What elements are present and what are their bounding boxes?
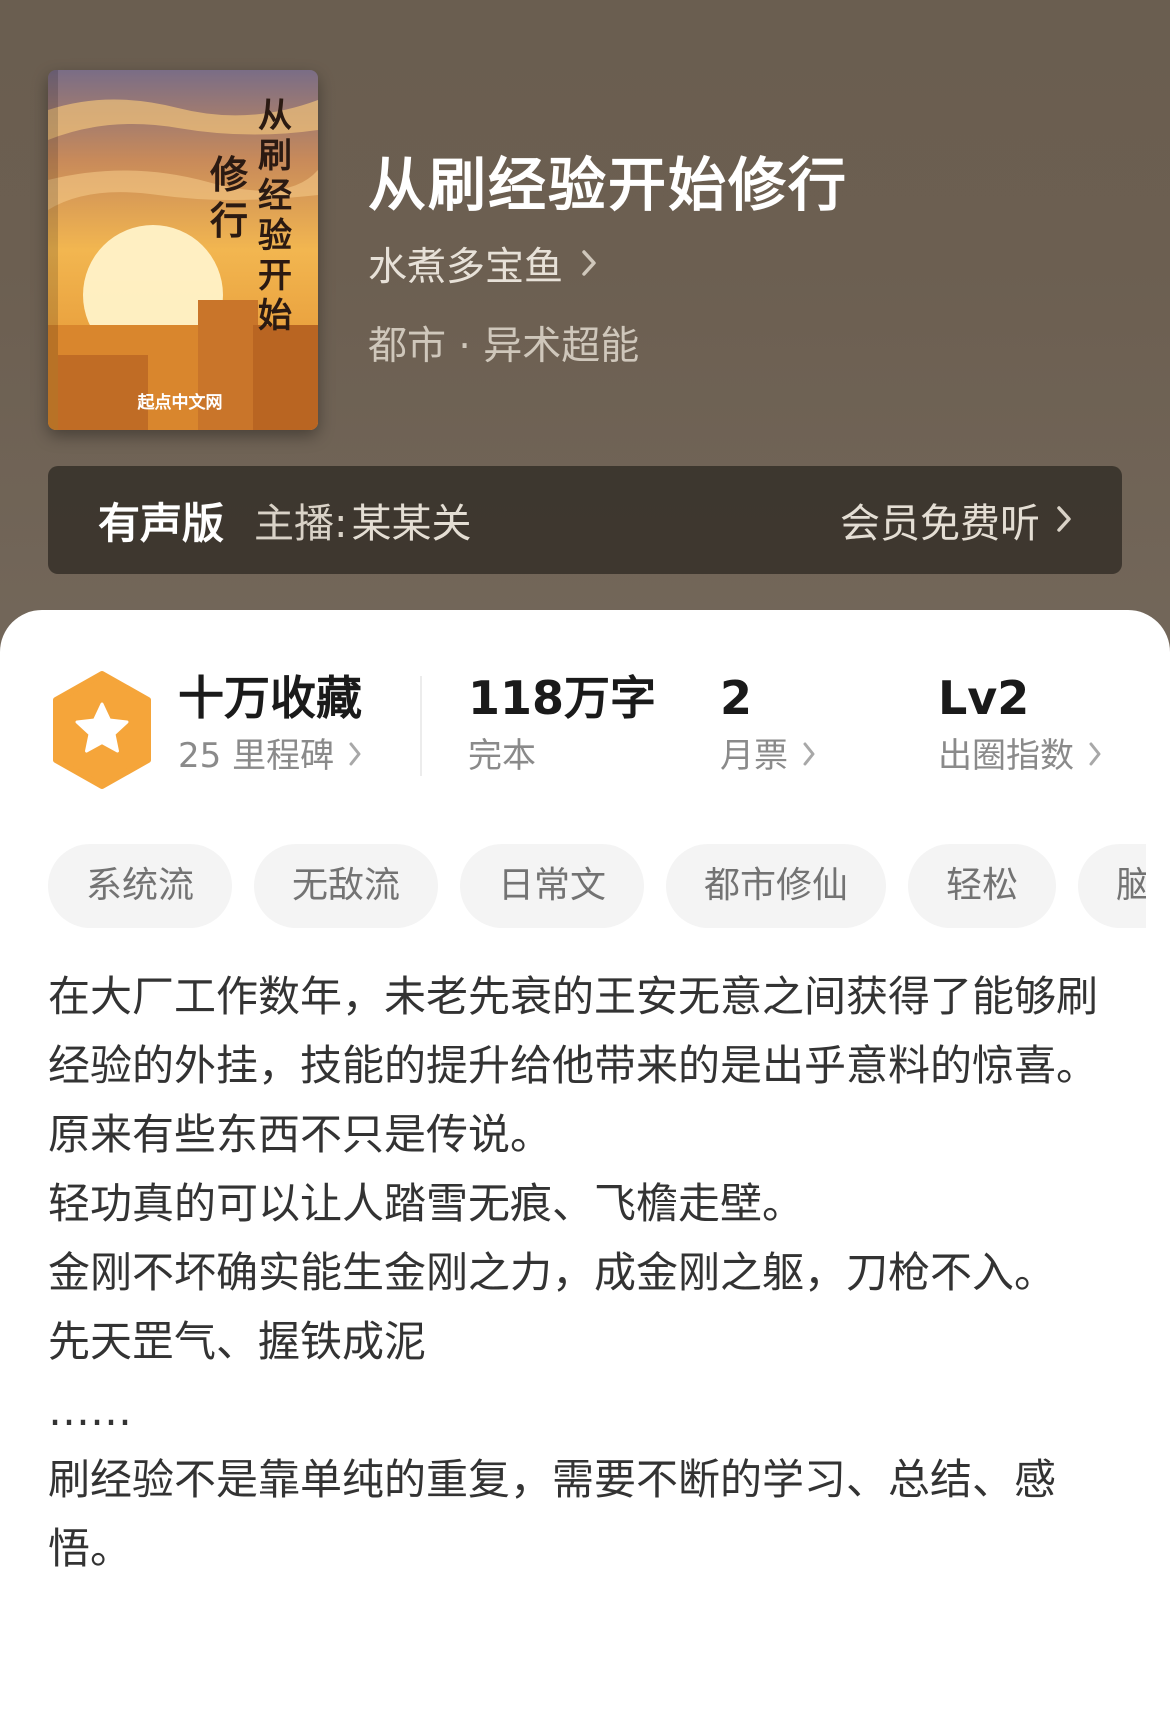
synopsis-paragraph: 先天罡气、握铁成泥 — [48, 1317, 427, 1366]
synopsis-paragraph: 在大厂工作数年，未老先衰的王安无意之间获得了能够刷经验的外挂，技能的提升给他带来… — [48, 972, 1099, 1090]
monthly-votes-label: 月票 — [720, 736, 788, 776]
stats-divider — [420, 676, 422, 776]
tag-chip[interactable]: 轻松 — [908, 844, 1057, 928]
book-header: 起点中文网 从刷经验开始 修行 从刷经验开始修行 水煮多宝鱼 都市 · 异术超能… — [0, 0, 1170, 660]
book-genre: 都市 · 异术超能 — [368, 324, 640, 369]
audio-version-bar[interactable]: 有声版 主播: 某某关 会员免费听 — [48, 466, 1122, 574]
member-free-listen-label: 会员免费听 — [840, 501, 1040, 547]
audio-version-label: 有声版 — [98, 498, 225, 548]
cover-title-col1: 从刷经验开始 — [258, 96, 292, 336]
author-link[interactable]: 水煮多宝鱼 — [368, 236, 597, 292]
stat-word-count: 118万字 完本 — [468, 670, 656, 778]
chevron-right-icon — [348, 734, 362, 778]
stat-monthly-votes[interactable]: 2 月票 — [720, 670, 816, 778]
word-count-value: 118万字 — [468, 671, 657, 725]
synopsis-paragraph: 金刚不坏确实能生金刚之力，成金刚之躯，刀枪不入。 — [48, 1248, 1057, 1297]
synopsis-paragraph: 轻功真的可以让人踏雪无痕、飞檐走壁。 — [48, 1179, 805, 1228]
audio-host-name: 某某关 — [351, 501, 472, 547]
chevron-right-icon — [1056, 497, 1072, 543]
tag-list: 系统流 无敌流 日常文 都市修仙 轻松脑 — [48, 844, 1146, 928]
audio-host-prefix: 主播: — [254, 501, 348, 547]
tag-chip[interactable]: 系统流 — [48, 844, 233, 928]
book-title: 从刷经验开始修行 — [368, 151, 849, 219]
tag-chip[interactable]: 都市修仙 — [666, 844, 887, 928]
synopsis-paragraph: …… — [48, 1386, 132, 1435]
chevron-right-icon — [581, 242, 597, 287]
stat-collections[interactable]: 十万收藏 25 里程碑 — [178, 670, 362, 778]
synopsis-paragraph: 原来有些东西不只是传说。 — [48, 1110, 553, 1159]
synopsis-paragraph: 刷经验不是靠单纯的重复，需要不断的学习、总结、感悟。 — [48, 1455, 1057, 1573]
chevron-right-icon — [802, 734, 816, 778]
tag-chip[interactable]: 脑 — [1078, 844, 1146, 928]
cover-title-col2: 修行 — [210, 152, 249, 243]
collections-value: 十万收藏 — [178, 671, 362, 725]
tag-chip[interactable]: 日常文 — [460, 844, 645, 928]
chevron-right-icon — [1088, 734, 1102, 778]
member-free-listen-button[interactable]: 会员免费听 — [840, 491, 1072, 549]
status-label: 完本 — [468, 736, 536, 776]
stats-row: 十万收藏 25 里程碑 118万字 完本 2 月票 Lv2 出圈指数 — [0, 670, 1170, 790]
monthly-votes-value: 2 — [720, 671, 753, 725]
level-label: 出圈指数 — [938, 736, 1074, 776]
author-name: 水煮多宝鱼 — [368, 245, 564, 290]
book-cover[interactable]: 起点中文网 从刷经验开始 修行 — [48, 70, 318, 430]
book-detail-card: 十万收藏 25 里程碑 118万字 完本 2 月票 Lv2 出圈指数 系统流 无… — [0, 610, 1170, 1722]
cover-publisher: 起点中文网 — [137, 392, 223, 413]
tag-chip[interactable]: 无敌流 — [254, 844, 439, 928]
milestones-link[interactable]: 25 里程碑 — [178, 734, 362, 778]
star-hexagon-icon — [50, 670, 154, 790]
level-value: Lv2 — [938, 671, 1030, 725]
milestones-label: 25 里程碑 — [178, 736, 335, 776]
book-synopsis: 在大厂工作数年，未老先衰的王安无意之间获得了能够刷经验的外挂，技能的提升给他带来… — [48, 962, 1122, 1583]
stat-level[interactable]: Lv2 出圈指数 — [938, 670, 1102, 778]
